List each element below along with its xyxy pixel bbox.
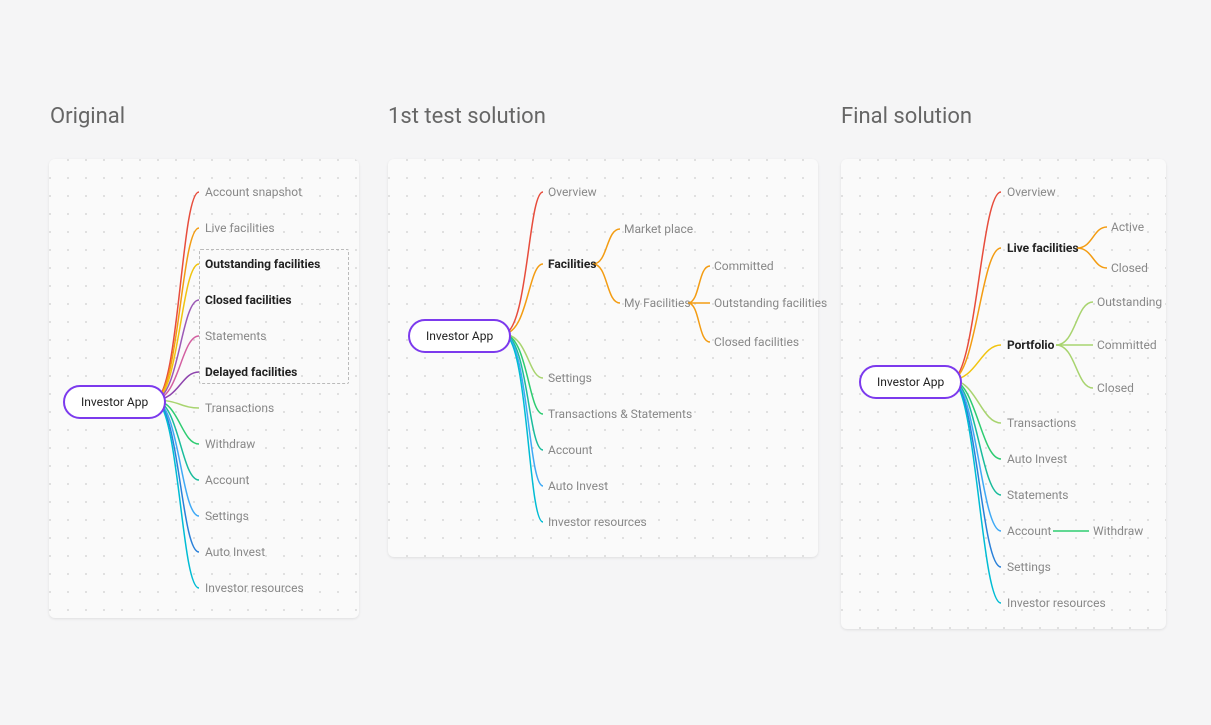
node-investor-resources: Investor resources	[205, 581, 304, 595]
node-committed: Committed	[714, 259, 774, 273]
node-auto-invest: Auto Invest	[1007, 452, 1067, 466]
node-closed-portfolio: Closed	[1097, 381, 1134, 395]
node-statements: Statements	[1007, 488, 1069, 502]
node-account-snapshot: Account snapshot	[205, 185, 302, 199]
root-node-final: Investor App	[859, 365, 962, 399]
node-withdraw: Withdraw	[1093, 524, 1143, 538]
card-final: Investor App Overview Live facilities Po…	[841, 159, 1166, 629]
node-closed: Closed	[1111, 261, 1148, 275]
node-facilities: Facilities	[548, 257, 596, 271]
node-closed-facilities: Closed facilities	[205, 293, 292, 307]
node-transactions-statements: Transactions & Statements	[548, 407, 692, 421]
node-settings: Settings	[548, 371, 592, 385]
node-outstanding-facilities: Outstanding facilities	[714, 296, 827, 310]
root-node-original: Investor App	[63, 385, 166, 419]
node-account: Account	[205, 473, 249, 487]
node-active: Active	[1111, 220, 1144, 234]
node-account: Account	[548, 443, 592, 457]
node-withdraw: Withdraw	[205, 437, 255, 451]
heading-first: 1st test solution	[388, 104, 546, 129]
node-settings: Settings	[1007, 560, 1051, 574]
card-original: Investor App Account snapshot Live facil…	[49, 159, 359, 618]
node-my-facilities: My Facilities	[624, 296, 691, 310]
node-closed-facilities: Closed facilities	[714, 335, 799, 349]
root-node-first: Investor App	[408, 319, 511, 353]
node-outstanding-facilities: Outstanding facilities	[205, 257, 320, 271]
heading-final: Final solution	[841, 104, 972, 129]
node-account: Account	[1007, 524, 1051, 538]
node-investor-resources: Investor resources	[1007, 596, 1106, 610]
node-market-place: Market place	[624, 222, 693, 236]
node-statements: Statements	[205, 329, 267, 343]
node-settings: Settings	[205, 509, 249, 523]
node-live-facilities: Live facilities	[205, 221, 275, 235]
node-portfolio: Portfolio	[1007, 338, 1054, 352]
node-auto-invest: Auto Invest	[548, 479, 608, 493]
node-committed: Committed	[1097, 338, 1157, 352]
card-first: Investor App Overview Facilities Setting…	[388, 159, 818, 557]
node-transactions: Transactions	[1007, 416, 1076, 430]
node-outstanding: Outstanding	[1097, 295, 1162, 309]
node-investor-resources: Investor resources	[548, 515, 647, 529]
node-transactions: Transactions	[205, 401, 274, 415]
node-delayed-facilities: Delayed facilities	[205, 365, 297, 379]
node-overview: Overview	[1007, 185, 1056, 199]
node-auto-invest: Auto Invest	[205, 545, 265, 559]
node-live-facilities: Live facilities	[1007, 241, 1079, 255]
heading-original: Original	[50, 104, 125, 129]
node-overview: Overview	[548, 185, 597, 199]
